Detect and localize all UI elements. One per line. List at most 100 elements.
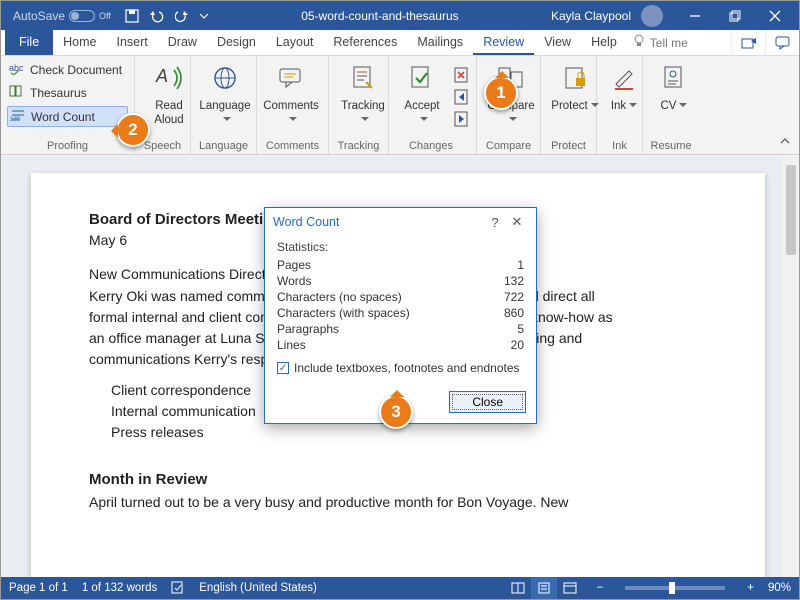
tab-layout[interactable]: Layout [266,30,324,55]
read-aloud-button[interactable]: A Read Aloud [141,60,197,127]
window-controls [675,1,795,30]
qat-dropdown-icon[interactable] [199,11,209,21]
zoom-slider[interactable] [625,586,725,590]
accept-button[interactable]: Accept [395,60,449,127]
autosave-switch[interactable] [69,10,95,22]
protect-label: Protect [551,100,598,114]
restore-button[interactable] [715,1,755,30]
zoom-level[interactable]: 90% [768,582,791,594]
thesaurus-label: Thesaurus [30,86,87,100]
group-resume: CV Resume [643,56,699,154]
spellcheck-icon: abc [9,61,25,78]
stat-row-chars-no-spaces: Characters (no spaces)722 [277,289,524,305]
cv-label: CV [661,100,688,114]
tab-draw[interactable]: Draw [158,30,207,55]
callout-1: 1 [484,76,518,110]
close-button[interactable] [755,1,795,30]
zoom-slider-thumb[interactable] [669,582,675,594]
tab-home[interactable]: Home [53,30,106,55]
autosave-toggle[interactable]: AutoSave Off [13,9,111,23]
svg-text:123: 123 [10,117,21,122]
previous-change-button[interactable] [453,88,473,106]
document-title: 05-word-count-and-thesaurus [209,9,551,23]
cv-button[interactable]: CV [649,60,699,114]
stat-row-chars-with-spaces: Characters (with spaces)860 [277,305,524,321]
tab-help[interactable]: Help [581,30,627,55]
group-tracking-label: Tracking [335,138,382,152]
protect-icon [560,64,590,97]
page-info[interactable]: Page 1 of 1 [9,582,68,594]
tracking-button[interactable]: Tracking [335,60,391,127]
language-icon [210,64,240,97]
collapse-ribbon-button[interactable] [779,135,791,150]
share-button[interactable] [731,30,765,56]
language-button[interactable]: Language [197,60,253,127]
dialog-close-button[interactable]: Close [449,391,526,413]
scrollbar-thumb[interactable] [786,165,796,255]
word-count-label: Word Count [31,110,95,124]
stat-row-words: Words132 [277,273,524,289]
minimize-button[interactable] [675,1,715,30]
vertical-scrollbar[interactable] [783,155,799,577]
stat-row-pages: Pages1 [277,257,524,273]
word-count-icon: 123 [10,108,26,125]
group-proofing-label: Proofing [7,138,128,152]
tab-design[interactable]: Design [207,30,266,55]
autosave-state: Off [99,11,111,21]
tell-me-search[interactable]: Tell me [633,30,688,55]
thesaurus-icon [9,84,25,101]
dialog-help-button[interactable]: ? [484,215,506,230]
reject-button[interactable] [453,66,473,84]
ink-button[interactable]: Ink [603,60,645,114]
zoom-out-button[interactable]: − [597,582,604,594]
group-changes-label: Changes [387,138,475,152]
tab-view[interactable]: View [534,30,581,55]
language-status[interactable]: English (United States) [199,582,317,594]
checkbox-label: Include textboxes, footnotes and endnote… [294,361,520,375]
avatar[interactable] [641,5,663,27]
ink-label: Ink [611,100,637,114]
print-layout-button[interactable] [531,577,557,599]
accept-icon [407,64,437,97]
user-name[interactable]: Kayla Claypool [551,9,631,23]
group-comments: Comments Comments [257,56,329,154]
tracking-label: Tracking [339,100,387,128]
redo-icon[interactable] [175,9,189,23]
group-speech-label: Speech [141,138,184,152]
read-mode-button[interactable] [505,577,531,599]
zoom-in-button[interactable]: + [747,582,754,594]
tab-file[interactable]: File [5,30,53,55]
dialog-titlebar[interactable]: Word Count ? ✕ [265,208,536,236]
comments-label: Comments [263,100,319,128]
undo-icon[interactable] [149,9,165,23]
proofing-status-icon[interactable] [171,580,185,597]
status-bar: Page 1 of 1 1 of 132 words English (Unit… [1,577,799,599]
word-info[interactable]: 1 of 132 words [82,582,157,594]
protect-button[interactable]: Protect [547,60,603,114]
check-document-label: Check Document [30,63,122,77]
group-proofing: abc Check Document Thesaurus 123 Word Co… [1,56,135,154]
thesaurus-button[interactable]: Thesaurus [7,83,128,102]
save-icon[interactable] [125,9,139,23]
tab-review[interactable]: Review [473,30,534,55]
tab-insert[interactable]: Insert [107,30,158,55]
web-layout-button[interactable] [557,577,583,599]
lightbulb-icon [633,34,645,51]
group-language: Language Language [191,56,257,154]
stat-row-lines: Lines20 [277,337,524,353]
check-document-button[interactable]: abc Check Document [7,60,128,79]
include-textboxes-checkbox[interactable]: ✓ Include textboxes, footnotes and endno… [277,361,524,375]
comments-icon [276,64,306,97]
tab-mailings[interactable]: Mailings [407,30,473,55]
doc-p2-l1: April turned out to be a very busy and p… [89,492,707,512]
group-ink-label: Ink [603,138,636,152]
group-resume-label: Resume [649,138,693,152]
group-ink: Ink Ink [597,56,643,154]
tab-references[interactable]: References [323,30,407,55]
comments-button[interactable]: Comments [263,60,319,127]
comments-pane-button[interactable] [765,30,799,56]
dialog-close-icon[interactable]: ✕ [506,214,528,230]
group-protect: Protect Protect [541,56,597,154]
next-change-button[interactable] [453,110,473,128]
callout-3: 3 [379,395,413,429]
